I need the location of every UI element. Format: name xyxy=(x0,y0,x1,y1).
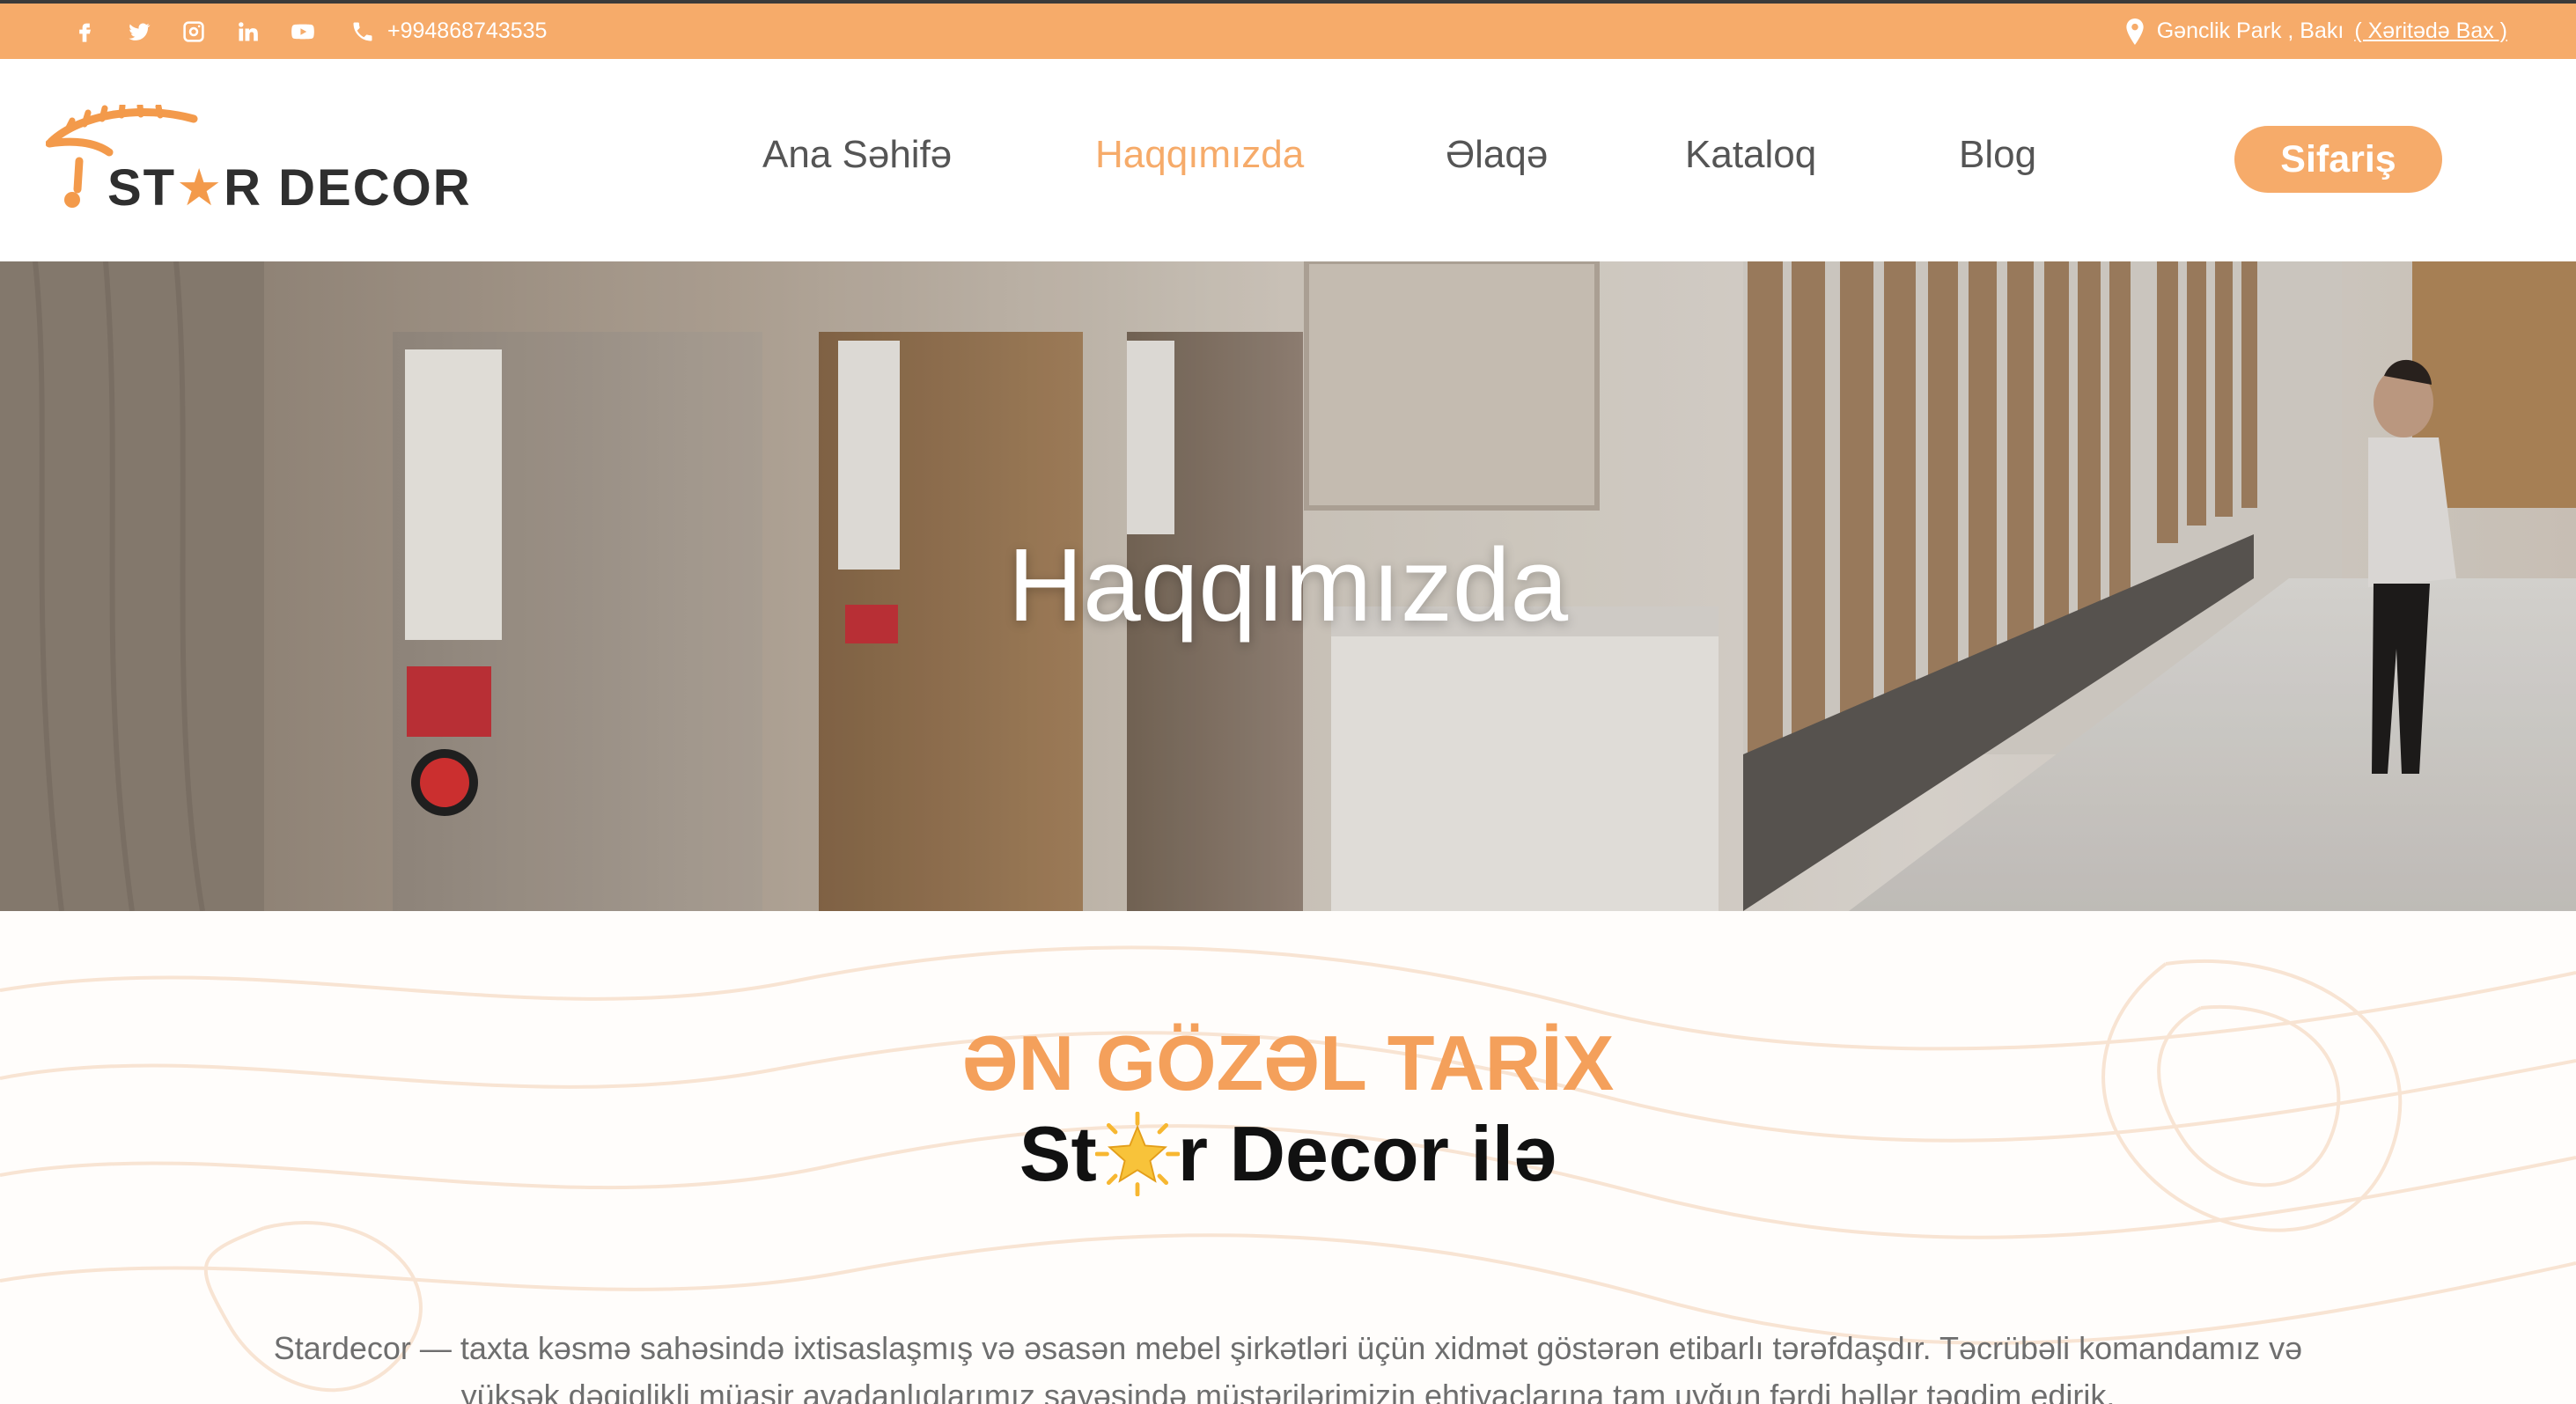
facebook-icon[interactable] xyxy=(70,18,99,46)
main-nav: Ana Səhifə Haqqımızda Əlaqə Kataloq Blog xyxy=(0,133,2576,195)
phone-number: +994868743535 xyxy=(387,18,548,43)
youtube-icon[interactable] xyxy=(289,18,317,46)
site-header: ST★R DECOR Ana Səhifə Haqqımızda Əlaqə K… xyxy=(0,59,2576,261)
phone-icon xyxy=(353,22,372,40)
map-link[interactable]: ( Xəritədə Bax ) xyxy=(2354,18,2507,44)
hero-banner: Haqqımızda xyxy=(0,261,2576,911)
star-emoji-icon xyxy=(1094,1112,1180,1196)
instagram-icon[interactable] xyxy=(180,18,208,46)
nav-item-about[interactable]: Haqqımızda xyxy=(1095,133,1304,177)
section-headline: ƏN GÖZƏL TARİX xyxy=(961,1019,1615,1106)
hero-title: Haqqımızda xyxy=(1007,527,1569,643)
section-subheadline: St r Decor ilə xyxy=(0,1109,2576,1199)
phone-contact[interactable]: +994868743535 xyxy=(350,18,547,44)
location-pin-icon xyxy=(2126,18,2144,45)
about-paragraph: Stardecor — taxta kəsmə sahəsində ixtisa… xyxy=(273,1330,2303,1404)
nav-item-home[interactable]: Ana Səhifə xyxy=(762,133,952,177)
contact-social-group: +994868743535 xyxy=(70,18,547,46)
order-button[interactable]: Sifariş xyxy=(2234,126,2442,193)
about-section: ƏN GÖZƏL TARİX St r Decor ilə Stardecor … xyxy=(0,911,2576,1404)
subhead-text-after: r Decor ilə xyxy=(1177,1110,1557,1197)
location-group: Gənclik Park , Bakı ( Xəritədə Bax ) xyxy=(2123,18,2507,45)
nav-item-catalog[interactable]: Kataloq xyxy=(1685,133,1816,177)
nav-item-blog[interactable]: Blog xyxy=(1959,133,2036,177)
linkedin-icon[interactable] xyxy=(234,18,262,46)
top-bar: +994868743535 Gənclik Park , Bakı ( Xəri… xyxy=(0,0,2576,59)
twitter-icon[interactable] xyxy=(125,18,153,46)
location-text: Gənclik Park , Bakı xyxy=(2156,18,2344,43)
subhead-text-before: St xyxy=(1019,1110,1097,1197)
nav-item-contact[interactable]: Əlaqə xyxy=(1446,133,1548,177)
